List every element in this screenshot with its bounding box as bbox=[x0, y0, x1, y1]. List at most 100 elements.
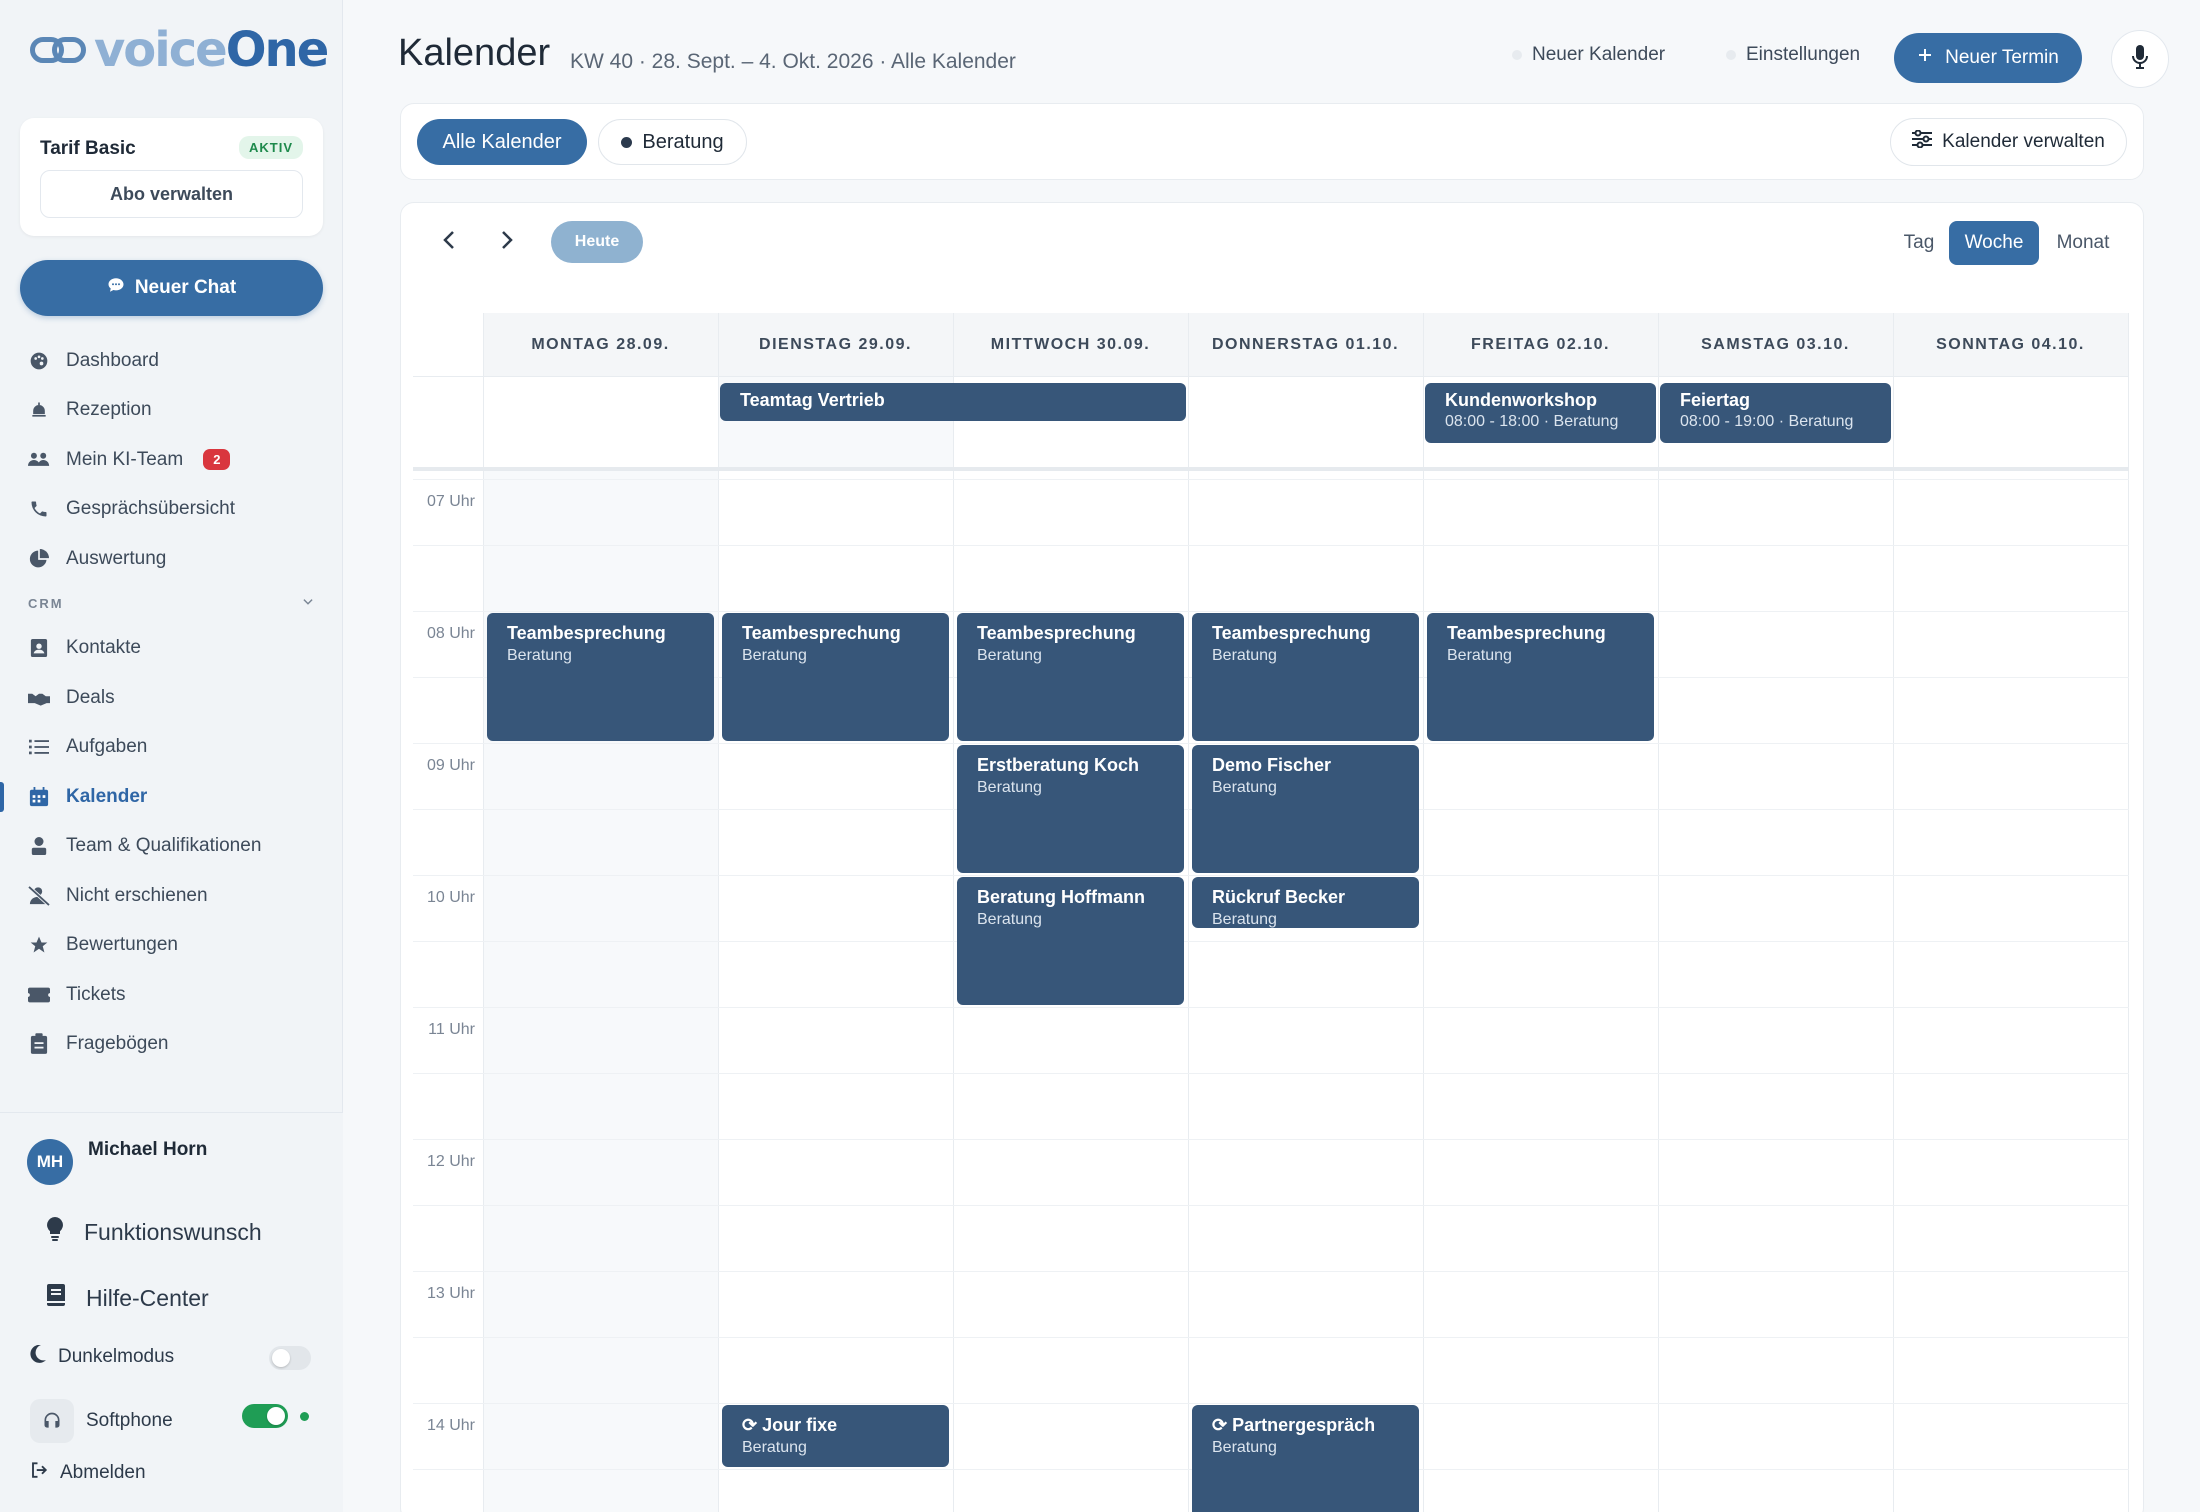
calendar-event[interactable]: Teambesprechung Beratung bbox=[957, 613, 1184, 741]
sidebar-item-kontakte[interactable]: Kontakte bbox=[0, 624, 343, 674]
sidebar-item-bewertungen[interactable]: Bewertungen bbox=[0, 921, 343, 971]
calendar-icon bbox=[28, 786, 50, 808]
event-title: Teambesprechung bbox=[1212, 623, 1371, 643]
sidebar-item-dashboard[interactable]: Dashboard bbox=[0, 336, 343, 386]
new-calendar-button[interactable]: Neuer Kalender bbox=[1512, 44, 1665, 66]
hour-line bbox=[413, 611, 2129, 612]
calendar-event[interactable]: Teambesprechung Beratung bbox=[1427, 613, 1654, 741]
today-button[interactable]: Heute bbox=[551, 221, 643, 263]
day-header[interactable]: SONNTAG 04.10. bbox=[1893, 313, 2128, 377]
view-tab-day[interactable]: Tag bbox=[1889, 221, 1949, 265]
day-header[interactable]: FREITAG 02.10. bbox=[1423, 313, 1658, 377]
event-title: ⟳ Jour fixe bbox=[742, 1415, 838, 1435]
settings-button[interactable]: Einstellungen bbox=[1726, 44, 1860, 66]
user-name[interactable]: Michael Horn bbox=[88, 1139, 207, 1161]
sidebar-item-frageboegen[interactable]: Fragebögen bbox=[0, 1020, 343, 1070]
event-title: Teamtag Vertrieb bbox=[740, 390, 885, 410]
sidebar-item-label: Kontakte bbox=[66, 637, 141, 659]
manage-calendars-button[interactable]: Kalender verwalten bbox=[1890, 118, 2127, 166]
hour-line bbox=[413, 743, 2129, 744]
calendar-event[interactable]: Beratung Hoffmann Beratung bbox=[957, 877, 1184, 1005]
sidebar-item-gespraechsuebersicht[interactable]: Gesprächsübersicht bbox=[0, 485, 343, 535]
allday-event[interactable]: Teamtag Vertrieb bbox=[720, 383, 1186, 421]
grid-vline bbox=[1423, 313, 1424, 1512]
dark-mode-row: Dunkelmodus bbox=[30, 1344, 174, 1369]
phone-icon bbox=[28, 498, 50, 520]
sidebar-item-nicht-erschienen[interactable]: Nicht erschienen bbox=[0, 871, 343, 921]
logo-mark-icon bbox=[30, 33, 88, 67]
tarif-card: Tarif Basic AKTIV Abo verwalten bbox=[20, 118, 323, 236]
softphone-row: Softphone bbox=[30, 1399, 173, 1443]
previous-week-button[interactable] bbox=[431, 225, 467, 261]
sidebar-item-team-qualifikationen[interactable]: Team & Qualifikationen bbox=[0, 822, 343, 872]
settings-label: Einstellungen bbox=[1746, 44, 1861, 65]
event-subtitle: 08:00 - 18:00 · Beratung bbox=[1445, 413, 1619, 430]
crm-section-header[interactable]: CRM bbox=[0, 584, 343, 624]
tarif-title: Tarif Basic bbox=[40, 138, 136, 159]
hour-line bbox=[413, 1007, 2129, 1008]
sidebar-item-kalender[interactable]: Kalender bbox=[0, 772, 343, 822]
new-calendar-label: Neuer Kalender bbox=[1532, 44, 1666, 65]
calendar-event[interactable]: Teambesprechung Beratung bbox=[1192, 613, 1419, 741]
manage-subscription-button[interactable]: Abo verwalten bbox=[40, 170, 303, 218]
list-icon bbox=[28, 736, 50, 758]
sidebar-item-aufgaben[interactable]: Aufgaben bbox=[0, 723, 343, 773]
event-subtitle: Beratung bbox=[742, 1439, 807, 1456]
grid-vline bbox=[953, 313, 954, 1512]
softphone-label: Softphone bbox=[86, 1410, 173, 1431]
sidebar-item-label: Team & Qualifikationen bbox=[66, 835, 262, 857]
view-tab-month[interactable]: Monat bbox=[2047, 221, 2119, 265]
calendar-event[interactable]: ⟳ Jour fixe Beratung bbox=[722, 1405, 949, 1467]
day-header[interactable]: DONNERSTAG 01.10. bbox=[1188, 313, 1423, 377]
calendar-color-dot bbox=[621, 136, 633, 148]
feature-request-link[interactable]: Funktionswunsch bbox=[46, 1217, 262, 1247]
filter-beratung[interactable]: Beratung bbox=[598, 119, 747, 165]
new-appointment-button[interactable]: Neuer Termin bbox=[1894, 33, 2082, 83]
book-icon bbox=[46, 1283, 66, 1313]
day-header[interactable]: MONTAG 28.09. bbox=[483, 313, 718, 377]
sidebar-item-deals[interactable]: Deals bbox=[0, 673, 343, 723]
calendar-event[interactable]: Teambesprechung Beratung bbox=[487, 613, 714, 741]
day-header[interactable]: DIENSTAG 29.09. bbox=[718, 313, 953, 377]
view-tab-week[interactable]: Woche bbox=[1949, 221, 2039, 265]
sidebar-item-rezeption[interactable]: Rezeption bbox=[0, 386, 343, 436]
next-week-button[interactable] bbox=[489, 225, 525, 261]
dark-mode-toggle[interactable] bbox=[269, 1346, 311, 1370]
user-badge-icon bbox=[28, 835, 50, 857]
softphone-toggle[interactable] bbox=[242, 1404, 288, 1428]
avatar[interactable]: MH bbox=[27, 1139, 73, 1185]
logo[interactable]: voiceOne bbox=[30, 22, 329, 78]
new-chat-button[interactable]: Neuer Chat bbox=[20, 260, 323, 316]
logo-text: voiceOne bbox=[94, 22, 329, 78]
day-header[interactable]: MITTWOCH 30.09. bbox=[953, 313, 1188, 377]
grid-corner bbox=[413, 313, 483, 377]
filter-all-calendars[interactable]: Alle Kalender bbox=[417, 119, 587, 165]
sidebar-item-label: Aufgaben bbox=[66, 736, 148, 758]
users-icon bbox=[28, 449, 50, 471]
microphone-icon bbox=[2132, 44, 2148, 74]
event-title: Rückruf Becker bbox=[1212, 887, 1346, 907]
calendar-event[interactable]: Demo Fischer Beratung bbox=[1192, 745, 1419, 873]
sidebar-item-auswertung[interactable]: Auswertung bbox=[0, 534, 343, 584]
logout-label: Abmelden bbox=[60, 1462, 146, 1483]
calendar-event[interactable]: Teambesprechung Beratung bbox=[722, 613, 949, 741]
half-hour-line bbox=[413, 545, 2129, 546]
calendar-event[interactable]: ⟳ Partnergespräch Beratung bbox=[1192, 1405, 1419, 1512]
sidebar-item-ki-team[interactable]: Mein KI-Team 2 bbox=[0, 435, 343, 485]
event-title: Teambesprechung bbox=[1447, 623, 1606, 643]
calendar-event[interactable]: Erstberatung Koch Beratung bbox=[957, 745, 1184, 873]
new-calendar-dot-icon bbox=[1512, 50, 1522, 60]
sidebar-nav: Dashboard Rezeption Mein KI-Team 2 Gespr… bbox=[0, 336, 343, 1069]
allday-event[interactable]: Feiertag 08:00 - 19:00 · Beratung bbox=[1660, 383, 1891, 443]
help-center-link[interactable]: Hilfe-Center bbox=[46, 1283, 209, 1313]
hour-label: 08 Uhr bbox=[426, 625, 475, 642]
calendar-card: Heute Tag Woche Monat MONTAG 28.09. DIENS… bbox=[400, 202, 2144, 1512]
event-subtitle: Beratung bbox=[742, 647, 807, 664]
sidebar-item-tickets[interactable]: Tickets bbox=[0, 970, 343, 1020]
microphone-button[interactable] bbox=[2111, 30, 2169, 88]
allday-separator bbox=[413, 467, 2129, 471]
allday-event[interactable]: Kundenworkshop 08:00 - 18:00 · Beratung bbox=[1425, 383, 1656, 443]
logout-link[interactable]: Abmelden bbox=[30, 1461, 146, 1485]
calendar-event[interactable]: Rückruf Becker Beratung bbox=[1192, 877, 1419, 929]
day-header[interactable]: SAMSTAG 03.10. bbox=[1658, 313, 1893, 377]
